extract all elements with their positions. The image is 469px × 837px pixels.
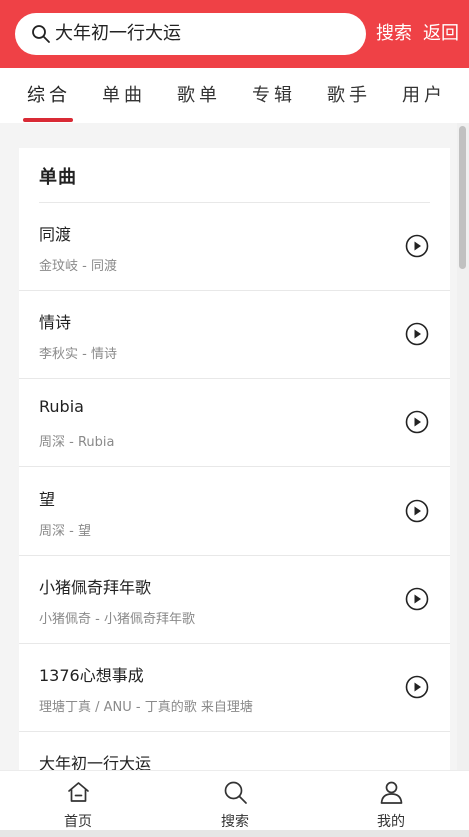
tab-playlists[interactable]: 歌单	[177, 68, 221, 123]
play-icon[interactable]	[405, 234, 429, 258]
tab-songs[interactable]: 单曲	[102, 68, 146, 123]
tab-bar: 综合 单曲 歌单 专辑 歌手 用户	[0, 68, 469, 123]
song-row[interactable]: 大年初一行大运	[19, 732, 450, 770]
song-title: 同渡	[39, 225, 72, 244]
songs-card: 单曲 同渡 金玟岐 - 同渡 情诗 李秋实 - 情诗 Rubia 周深 - Rubia 望周…	[19, 148, 450, 770]
song-title: Rubia	[39, 397, 84, 417]
song-title: 望	[39, 489, 56, 509]
header-bar: 大年初一行大运 搜索 返回	[0, 0, 469, 68]
results-scroll-area[interactable]: 单曲 同渡 金玟岐 - 同渡 情诗 李秋实 - 情诗 Rubia 周深 - Rubia 望周…	[0, 123, 469, 770]
song-row[interactable]: 1376心想事成理塘丁真 / ANU - 丁真的歌 来自理塘	[19, 644, 450, 732]
nav-profile[interactable]: 我的	[351, 771, 431, 837]
user-icon	[380, 781, 403, 804]
song-title: 小猪佩奇拜年歌	[39, 577, 152, 597]
play-icon[interactable]	[405, 675, 429, 699]
song-row[interactable]: 望周深 - 望	[19, 468, 450, 556]
song-artist-album: 李秋实 - 情诗	[39, 347, 117, 363]
nav-home-label: 首页	[64, 814, 92, 830]
tab-artists[interactable]: 歌手	[327, 68, 371, 123]
back-button[interactable]: 返回	[423, 0, 459, 68]
song-row[interactable]: Rubia 周深 - Rubia	[19, 379, 450, 468]
song-artist-album: 金玟岐 - 同渡	[39, 259, 117, 274]
active-tab-indicator	[23, 118, 73, 122]
tab-all[interactable]: 综合	[27, 68, 71, 123]
bottom-edge	[0, 830, 469, 837]
search-query[interactable]: 大年初一行大运	[55, 13, 181, 55]
song-title: 大年初一行大运	[39, 754, 152, 770]
nav-profile-label: 我的	[377, 814, 405, 830]
song-title: 情诗	[39, 313, 72, 333]
nav-search[interactable]: 搜索	[195, 771, 275, 837]
song-row[interactable]: 小猪佩奇拜年歌小猪佩奇 - 小猪佩奇拜年歌	[19, 556, 450, 644]
search-icon	[224, 781, 247, 804]
song-title: 1376心想事成	[39, 666, 144, 685]
song-row[interactable]: 情诗李秋实 - 情诗	[19, 291, 450, 380]
song-row[interactable]: 同渡金玟岐 - 同渡	[19, 203, 450, 291]
tab-albums[interactable]: 专辑	[252, 68, 296, 123]
tab-users[interactable]: 用户	[402, 68, 446, 123]
search-button[interactable]: 搜索	[376, 0, 412, 68]
nav-search-label: 搜索	[221, 814, 249, 830]
song-artist-album: 理塘丁真 / ANU - 丁真的歌 来自理塘	[39, 700, 253, 715]
play-icon[interactable]	[405, 499, 429, 523]
section-title: 单曲	[39, 167, 77, 188]
play-icon[interactable]	[405, 587, 429, 611]
scrollbar-thumb[interactable]	[459, 126, 466, 269]
song-artist-album: 周深 - Rubia	[39, 435, 115, 451]
search-input[interactable]: 大年初一行大运	[15, 13, 366, 55]
nav-home[interactable]: 首页	[38, 771, 118, 837]
bottom-nav: 首页 搜索 我的	[0, 770, 469, 837]
home-icon	[68, 782, 89, 802]
search-icon	[32, 25, 50, 43]
song-artist-album: 周深 - 望	[39, 523, 91, 539]
song-artist-album: 小猪佩奇 - 小猪佩奇拜年歌	[39, 611, 195, 627]
play-icon[interactable]	[405, 322, 429, 346]
play-icon[interactable]	[405, 410, 429, 434]
